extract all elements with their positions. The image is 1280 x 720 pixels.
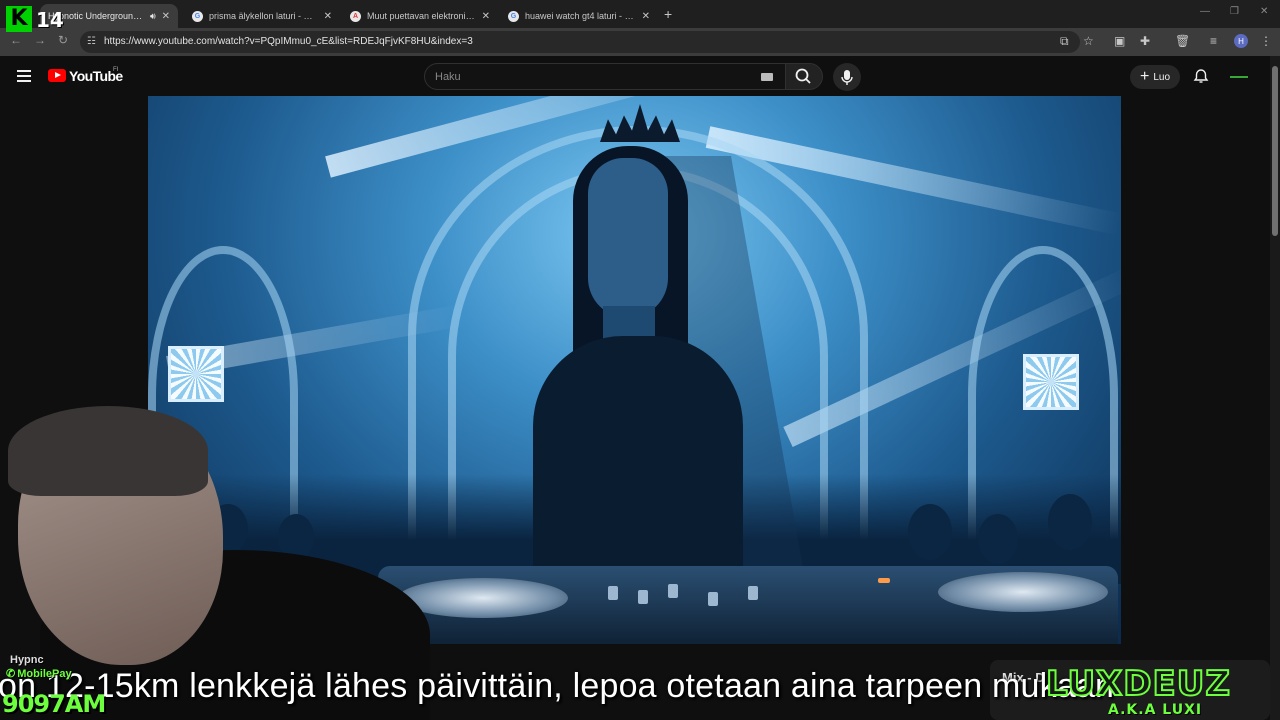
close-icon[interactable]: ✕ xyxy=(162,11,170,22)
youtube-header: YouTube FI Haku + Luo xyxy=(0,56,1270,96)
puzzle-icon[interactable]: ✚ xyxy=(1140,34,1150,48)
country-code: FI xyxy=(113,67,119,73)
hamburger-icon[interactable] xyxy=(17,70,31,82)
bookmark-star-icon[interactable]: ☆ xyxy=(1083,34,1094,48)
microphone-icon xyxy=(841,70,853,85)
restore-icon[interactable]: ❐ xyxy=(1230,6,1239,17)
notifications-bell-icon[interactable] xyxy=(1193,68,1209,84)
plus-icon: + xyxy=(1139,68,1150,85)
close-window-icon[interactable]: ✕ xyxy=(1260,6,1268,17)
trash-icon[interactable]: 🗑︎ xyxy=(1175,34,1190,48)
site-info-icon[interactable]: ☷ xyxy=(87,36,96,47)
playlist-icon[interactable]: ≡ xyxy=(1210,34,1217,48)
tab-prisma[interactable]: G prisma älykellon laturi - Google ✕ xyxy=(184,4,340,28)
close-icon[interactable]: ✕ xyxy=(642,11,650,22)
search-placeholder: Haku xyxy=(435,71,461,83)
search-input[interactable]: Haku xyxy=(424,63,786,90)
create-label: Luo xyxy=(1153,71,1171,83)
tab-muut[interactable]: A Muut puettavan elektroniikan t ✕ xyxy=(342,4,498,28)
keyboard-icon[interactable] xyxy=(761,73,773,81)
mobilepay-icon: ✆ xyxy=(6,668,16,680)
forward-icon[interactable]: → xyxy=(34,33,46,47)
luxdeuz-brand: LUXDEUZ xyxy=(1045,663,1231,705)
dj-face xyxy=(588,158,668,318)
rose-window xyxy=(168,346,224,402)
tab-huawei[interactable]: G huawei watch gt4 laturi - Goog ✕ xyxy=(500,4,658,28)
streamer-hair xyxy=(8,406,208,496)
luxdeuz-subtitle: A.K.A LUXI xyxy=(1108,702,1203,718)
search-icon xyxy=(795,68,811,84)
browser-toolbar: ← → ↻ ☷ https://www.youtube.com/watch?v=… xyxy=(0,28,1280,56)
minimize-icon[interactable]: — xyxy=(1200,6,1210,17)
tab-label: huawei watch gt4 laturi - Goog xyxy=(525,11,636,21)
search-button[interactable] xyxy=(785,63,823,90)
k14-logo-number: 14 xyxy=(36,8,64,32)
page-scrollbar[interactable] xyxy=(1270,56,1280,720)
crown-icon xyxy=(600,104,680,142)
speaker-icon[interactable]: 🔊︎ xyxy=(150,11,156,22)
new-tab-icon[interactable]: + xyxy=(664,6,672,22)
url-text: https://www.youtube.com/watch?v=PQpIMmu0… xyxy=(104,36,473,47)
google-icon: G xyxy=(192,10,203,22)
channel-avatar[interactable] xyxy=(1230,70,1248,84)
browser-tab-strip: Hypnotic Underground Ho 🔊︎ ✕ G prisma äl… xyxy=(0,0,1280,28)
scrollbar-thumb[interactable] xyxy=(1272,66,1278,236)
screen: { "browser": { "tabs": [ {"label": "Hypn… xyxy=(0,0,1280,720)
site-icon: A xyxy=(350,10,361,22)
extension-icon[interactable]: ▣ xyxy=(1114,34,1125,48)
rose-window xyxy=(1023,354,1079,410)
youtube-logo-icon[interactable] xyxy=(48,69,66,82)
profile-avatar[interactable]: H xyxy=(1234,34,1248,48)
menu-dots-icon[interactable]: ⋮ xyxy=(1260,34,1272,48)
mobilepay-text: MobilePay xyxy=(17,668,72,680)
cast-icon[interactable]: ⧉ xyxy=(1060,34,1069,49)
mobilepay-number: 9097AM xyxy=(2,690,106,718)
tab-label: Muut puettavan elektroniikan t xyxy=(367,11,476,21)
reload-icon[interactable]: ↻ xyxy=(58,33,68,47)
back-icon[interactable]: ← xyxy=(10,33,22,47)
hypno-label: Hypnc xyxy=(10,654,44,666)
address-bar[interactable]: ☷ https://www.youtube.com/watch?v=PQpIMm… xyxy=(80,31,1080,53)
voice-search-button[interactable] xyxy=(833,63,861,91)
turntable-platter xyxy=(938,572,1108,612)
dj-body xyxy=(533,336,743,586)
google-icon: G xyxy=(508,10,519,22)
create-button[interactable]: + Luo xyxy=(1130,65,1180,89)
tab-label: prisma älykellon laturi - Google xyxy=(209,11,318,21)
mobilepay-label: ✆ MobilePay xyxy=(6,667,72,680)
k14-logo: K 14 xyxy=(6,6,64,34)
close-icon[interactable]: ✕ xyxy=(482,11,490,22)
k14-logo-k: K xyxy=(6,6,32,32)
dj-mixer xyxy=(378,566,1118,644)
close-icon[interactable]: ✕ xyxy=(324,11,332,22)
